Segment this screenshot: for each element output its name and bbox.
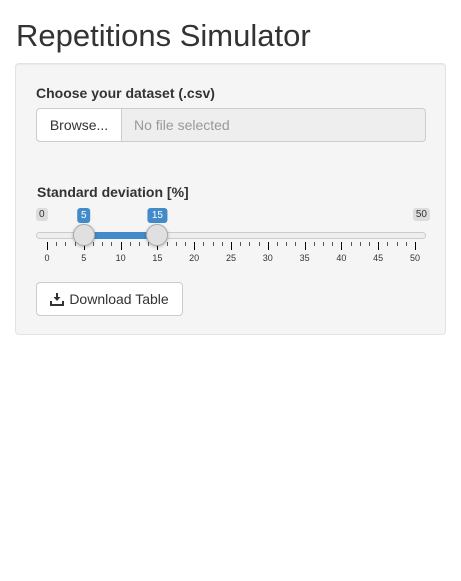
slider-to-handle[interactable] (146, 224, 169, 246)
slider-minor-tick (405, 242, 407, 246)
slider-minor-tick (369, 242, 370, 246)
slider-minor-tick (175, 242, 177, 246)
slider-tick-label: 50 (409, 253, 421, 263)
slider-minor-tick (332, 242, 334, 246)
sidebar-panel: Choose your dataset (.csv) Browse... No … (15, 63, 446, 335)
slider-tick-label: 0 (44, 253, 50, 263)
slider-minor-tick (258, 242, 260, 246)
sd-range-slider[interactable]: 0 50 5 15 0 5 10 15 20 25 30 35 40 45 50 (32, 204, 430, 264)
slider-minor-tick (277, 242, 278, 246)
slider-major-tick (341, 242, 343, 250)
slider-tick-label: 45 (373, 253, 384, 263)
slider-minor-tick (56, 242, 58, 246)
file-input-group[interactable]: Browse... No file selected (36, 108, 426, 142)
file-name-display: No file selected (122, 108, 426, 142)
slider-minor-tick (185, 242, 186, 246)
slider-major-tick (231, 242, 232, 250)
download-table-button[interactable]: Download Table (36, 282, 183, 316)
slider-to-label: 15 (147, 208, 167, 223)
slider-tick-label: 20 (189, 253, 200, 263)
slider-minor-tick (102, 242, 104, 246)
sd-slider-label: Standard deviation [%] (37, 184, 189, 200)
slider-tick-label: 30 (262, 253, 273, 263)
page-title: Repetitions Simulator (16, 18, 311, 53)
download-icon (50, 293, 65, 306)
slider-minor-tick (359, 242, 361, 246)
slider-minor-tick (111, 242, 113, 246)
slider-minor-tick (249, 242, 251, 246)
slider-major-tick (120, 242, 122, 250)
slider-major-tick (194, 242, 196, 250)
slider-major-tick (378, 242, 380, 250)
slider-from-handle[interactable] (72, 224, 95, 246)
slider-minor-tick (65, 242, 67, 246)
slider-minor-tick (240, 242, 242, 246)
slider-minor-tick (203, 242, 205, 246)
slider-minor-tick (129, 242, 131, 246)
slider-tick-label: 10 (115, 253, 126, 263)
slider-minor-tick (396, 242, 398, 246)
slider-minor-tick (166, 242, 168, 246)
slider-minor-tick (139, 242, 140, 246)
slider-minor-tick (212, 242, 214, 246)
slider-minor-tick (350, 242, 352, 246)
slider-minor-tick (387, 242, 389, 246)
dataset-label: Choose your dataset (.csv) (36, 85, 215, 101)
slider-minor-tick (295, 242, 297, 246)
slider-minor-tick (93, 242, 94, 246)
slider-tick-label: 25 (225, 253, 237, 263)
browse-button[interactable]: Browse... (36, 108, 122, 142)
slider-tick-label: 40 (336, 253, 347, 263)
slider-minor-tick (313, 242, 315, 246)
slider-minor-tick (286, 242, 288, 246)
slider-max-label: 50 (412, 208, 430, 221)
slider-major-tick (267, 242, 269, 250)
slider-major-tick (304, 242, 306, 250)
slider-from-label: 5 (77, 208, 91, 223)
slider-minor-tick (323, 242, 324, 246)
slider-minor-tick (221, 242, 223, 246)
slider-tick-label: 15 (152, 253, 163, 263)
download-label: Download Table (69, 291, 169, 307)
slider-min-label: 0 (36, 208, 48, 221)
slider-tick-label: 5 (81, 253, 87, 263)
slider-major-tick (47, 242, 48, 250)
slider-major-tick (415, 242, 416, 250)
slider-tick-label: 35 (299, 253, 310, 263)
